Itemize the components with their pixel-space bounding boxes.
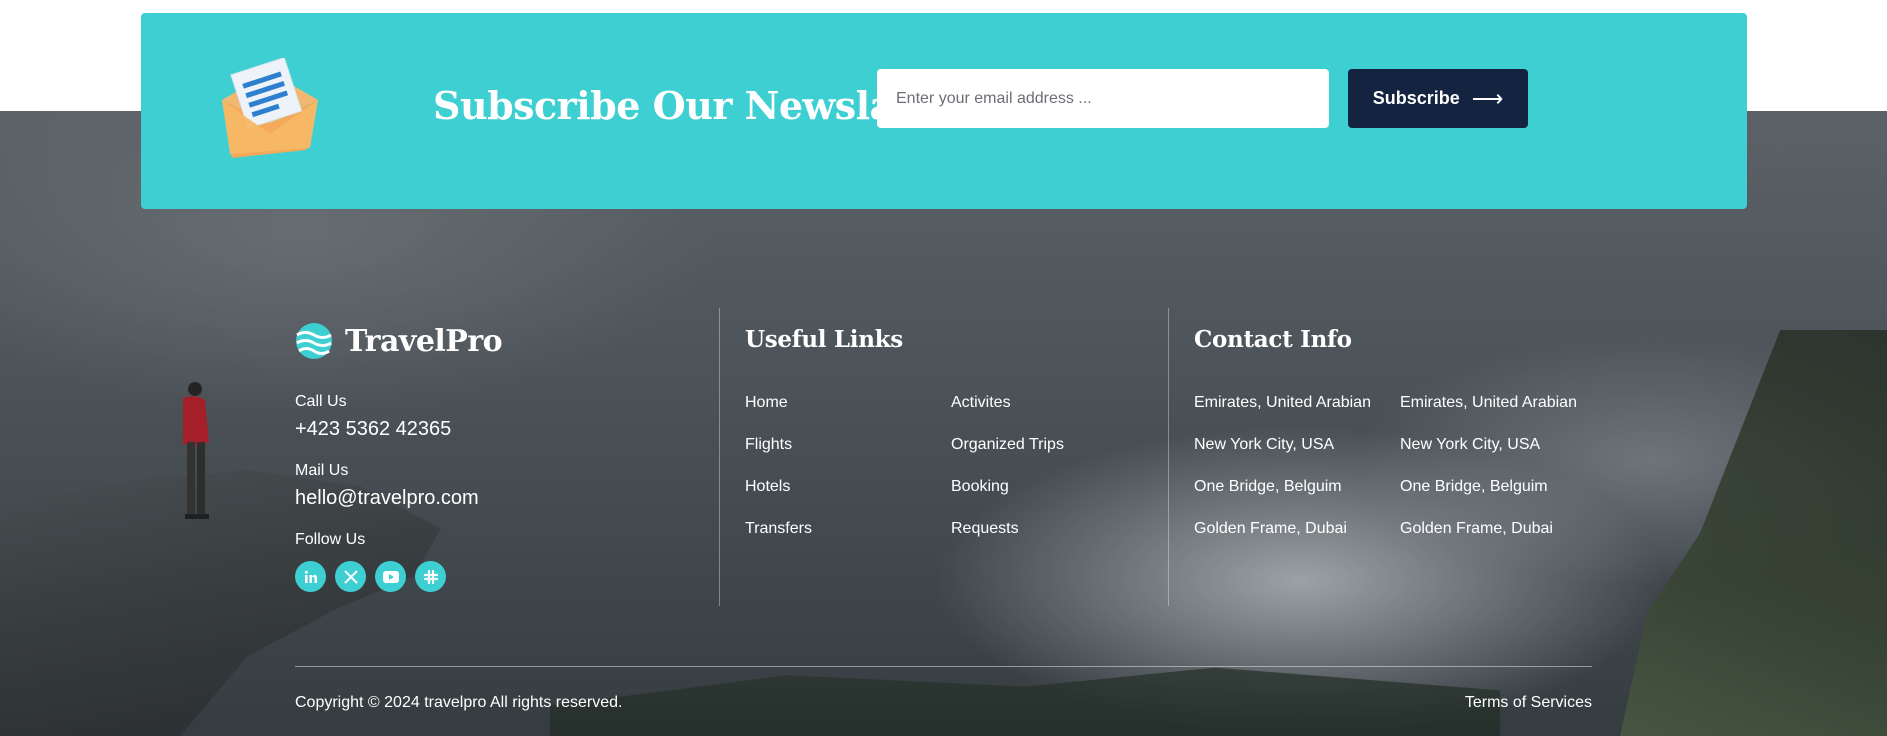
link-organized-trips[interactable]: Organized Trips [951,436,1064,453]
list-item: Transfers [745,519,812,561]
linkedin-icon[interactable] [295,561,326,592]
useful-links-col2: Activites Organized Trips Booking Reques… [951,393,1064,561]
contact-info-col2: Emirates, United Arabian New York City, … [1400,393,1577,561]
location-emirates[interactable]: Emirates, United Arabian [1400,394,1577,411]
social-links [295,561,446,592]
subscribe-button[interactable]: Subscribe ⟶ [1348,69,1528,128]
call-us-label: Call Us [295,393,347,410]
list-item: Requests [951,519,1064,561]
location-one-bridge[interactable]: One Bridge, Belguim [1194,478,1342,495]
list-item: Flights [745,435,812,477]
list-item: Golden Frame, Dubai [1194,519,1371,561]
subscribe-label: Subscribe [1372,88,1460,108]
waves-logo-icon [296,323,332,359]
link-transfers[interactable]: Transfers [745,520,812,537]
footer-brand[interactable]: TravelPro [295,322,503,360]
footer-divider [295,666,1592,667]
location-emirates[interactable]: Emirates, United Arabian [1194,394,1371,411]
link-flights[interactable]: Flights [745,436,792,453]
email-address[interactable]: hello@travelpro.com [295,487,479,510]
link-booking[interactable]: Booking [951,478,1009,495]
location-golden-frame[interactable]: Golden Frame, Dubai [1194,520,1347,537]
youtube-icon[interactable] [375,561,406,592]
link-activites[interactable]: Activites [951,394,1011,411]
location-golden-frame[interactable]: Golden Frame, Dubai [1400,520,1553,537]
link-hotels[interactable]: Hotels [745,478,790,495]
useful-links-col1: Home Flights Hotels Transfers [745,393,812,561]
list-item: Home [745,393,812,435]
useful-links-title: Useful Links [745,326,903,353]
brand-name: TravelPro [345,323,503,359]
link-home[interactable]: Home [745,394,788,411]
column-divider [719,308,720,606]
list-item: Activites [951,393,1064,435]
arrow-right-icon: ⟶ [1471,85,1504,111]
list-item: New York City, USA [1400,435,1577,477]
column-divider [1168,308,1169,606]
slack-icon[interactable] [415,561,446,592]
x-twitter-icon[interactable] [335,561,366,592]
follow-us-label: Follow Us [295,531,366,548]
location-new-york[interactable]: New York City, USA [1194,436,1334,453]
list-item: Emirates, United Arabian [1400,393,1577,435]
newsletter-title: Subscribe Our Newslatter [433,83,971,128]
list-item: Emirates, United Arabian [1194,393,1371,435]
list-item: One Bridge, Belguim [1400,477,1577,519]
contact-info-title: Contact Info [1194,326,1352,353]
copyright-text: Copyright © 2024 travelpro All rights re… [295,694,623,711]
envelope-icon [222,58,318,158]
phone-number[interactable]: +423 5362 42365 [295,418,451,441]
list-item: Golden Frame, Dubai [1400,519,1577,561]
mail-us-label: Mail Us [295,462,349,479]
location-one-bridge[interactable]: One Bridge, Belguim [1400,478,1548,495]
list-item: Hotels [745,477,812,519]
terms-of-services-link[interactable]: Terms of Services [1465,694,1592,712]
email-input[interactable] [877,69,1329,128]
list-item: New York City, USA [1194,435,1371,477]
list-item: One Bridge, Belguim [1194,477,1371,519]
link-requests[interactable]: Requests [951,520,1019,537]
list-item: Organized Trips [951,435,1064,477]
location-new-york[interactable]: New York City, USA [1400,436,1540,453]
contact-info-col1: Emirates, United Arabian New York City, … [1194,393,1371,561]
list-item: Booking [951,477,1064,519]
